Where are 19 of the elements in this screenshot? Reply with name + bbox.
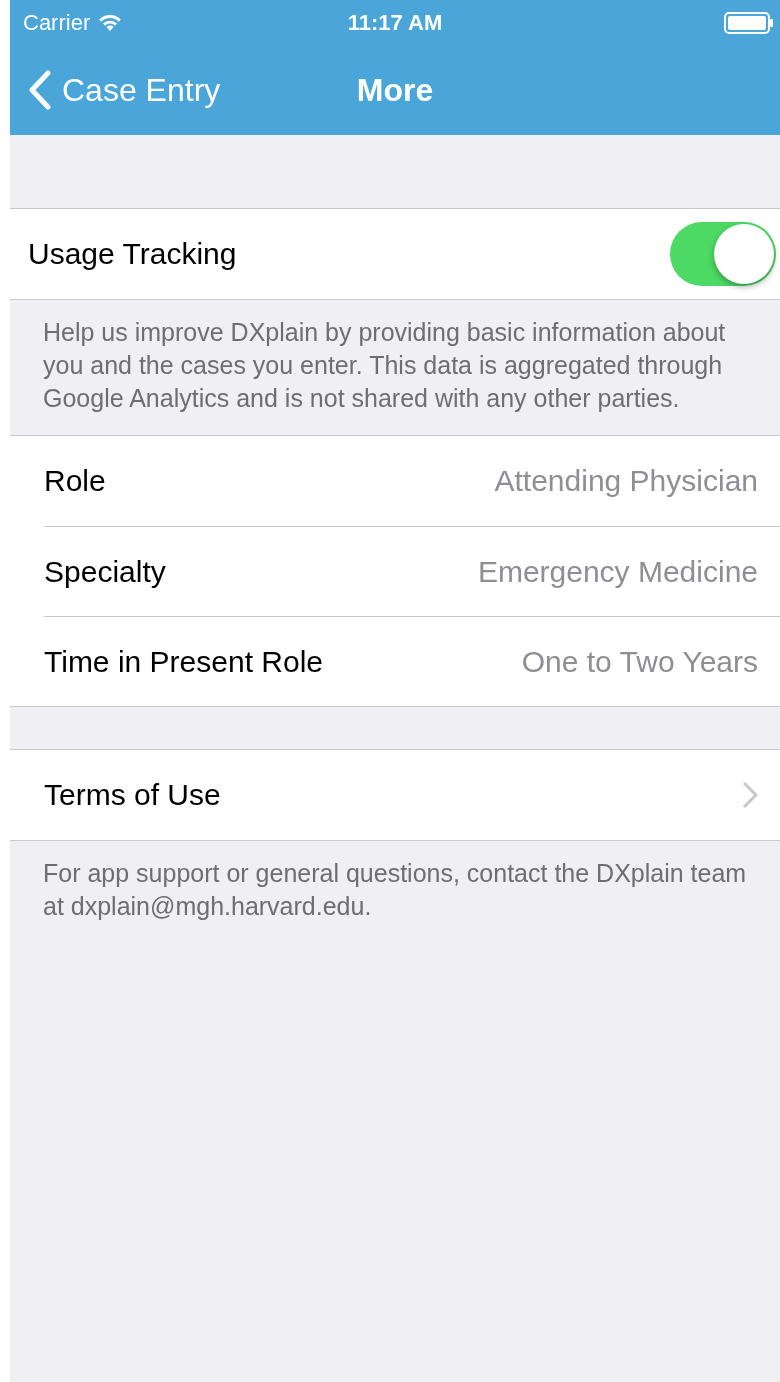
row-value: Attending Physician: [494, 464, 758, 498]
row-label: Specialty: [44, 554, 166, 589]
row-label: Terms of Use: [44, 778, 221, 812]
chevron-left-icon: [28, 70, 52, 110]
row-label: Usage Tracking: [28, 237, 237, 271]
row-label: Role: [44, 464, 106, 498]
screen-title: More: [356, 71, 434, 109]
row-label: Time in Present Role: [44, 644, 323, 679]
clock-time: 11:17 AM: [347, 9, 443, 35]
section-footer-text: For app support or general questions, contact the DXplain team at dxplain@mgh.harvard.edu.: [42, 858, 748, 922]
battery-icon: [724, 11, 774, 34]
chevron-right-icon: [742, 781, 758, 809]
section-footer-text: Help us improve DXplain by providing basic information about you and the cases you enter. This data is aggregated through Google Analytics and is not shared with any other parties.: [42, 317, 727, 414]
carrier-label: Carrier: [23, 9, 91, 36]
row-value: Emergency Medicine: [477, 554, 758, 589]
toggle-switch[interactable]: [670, 222, 776, 286]
row-value: One to Two Years: [521, 644, 758, 679]
back-button[interactable]: Case Entry: [10, 69, 227, 111]
wifi-icon: [98, 13, 123, 32]
